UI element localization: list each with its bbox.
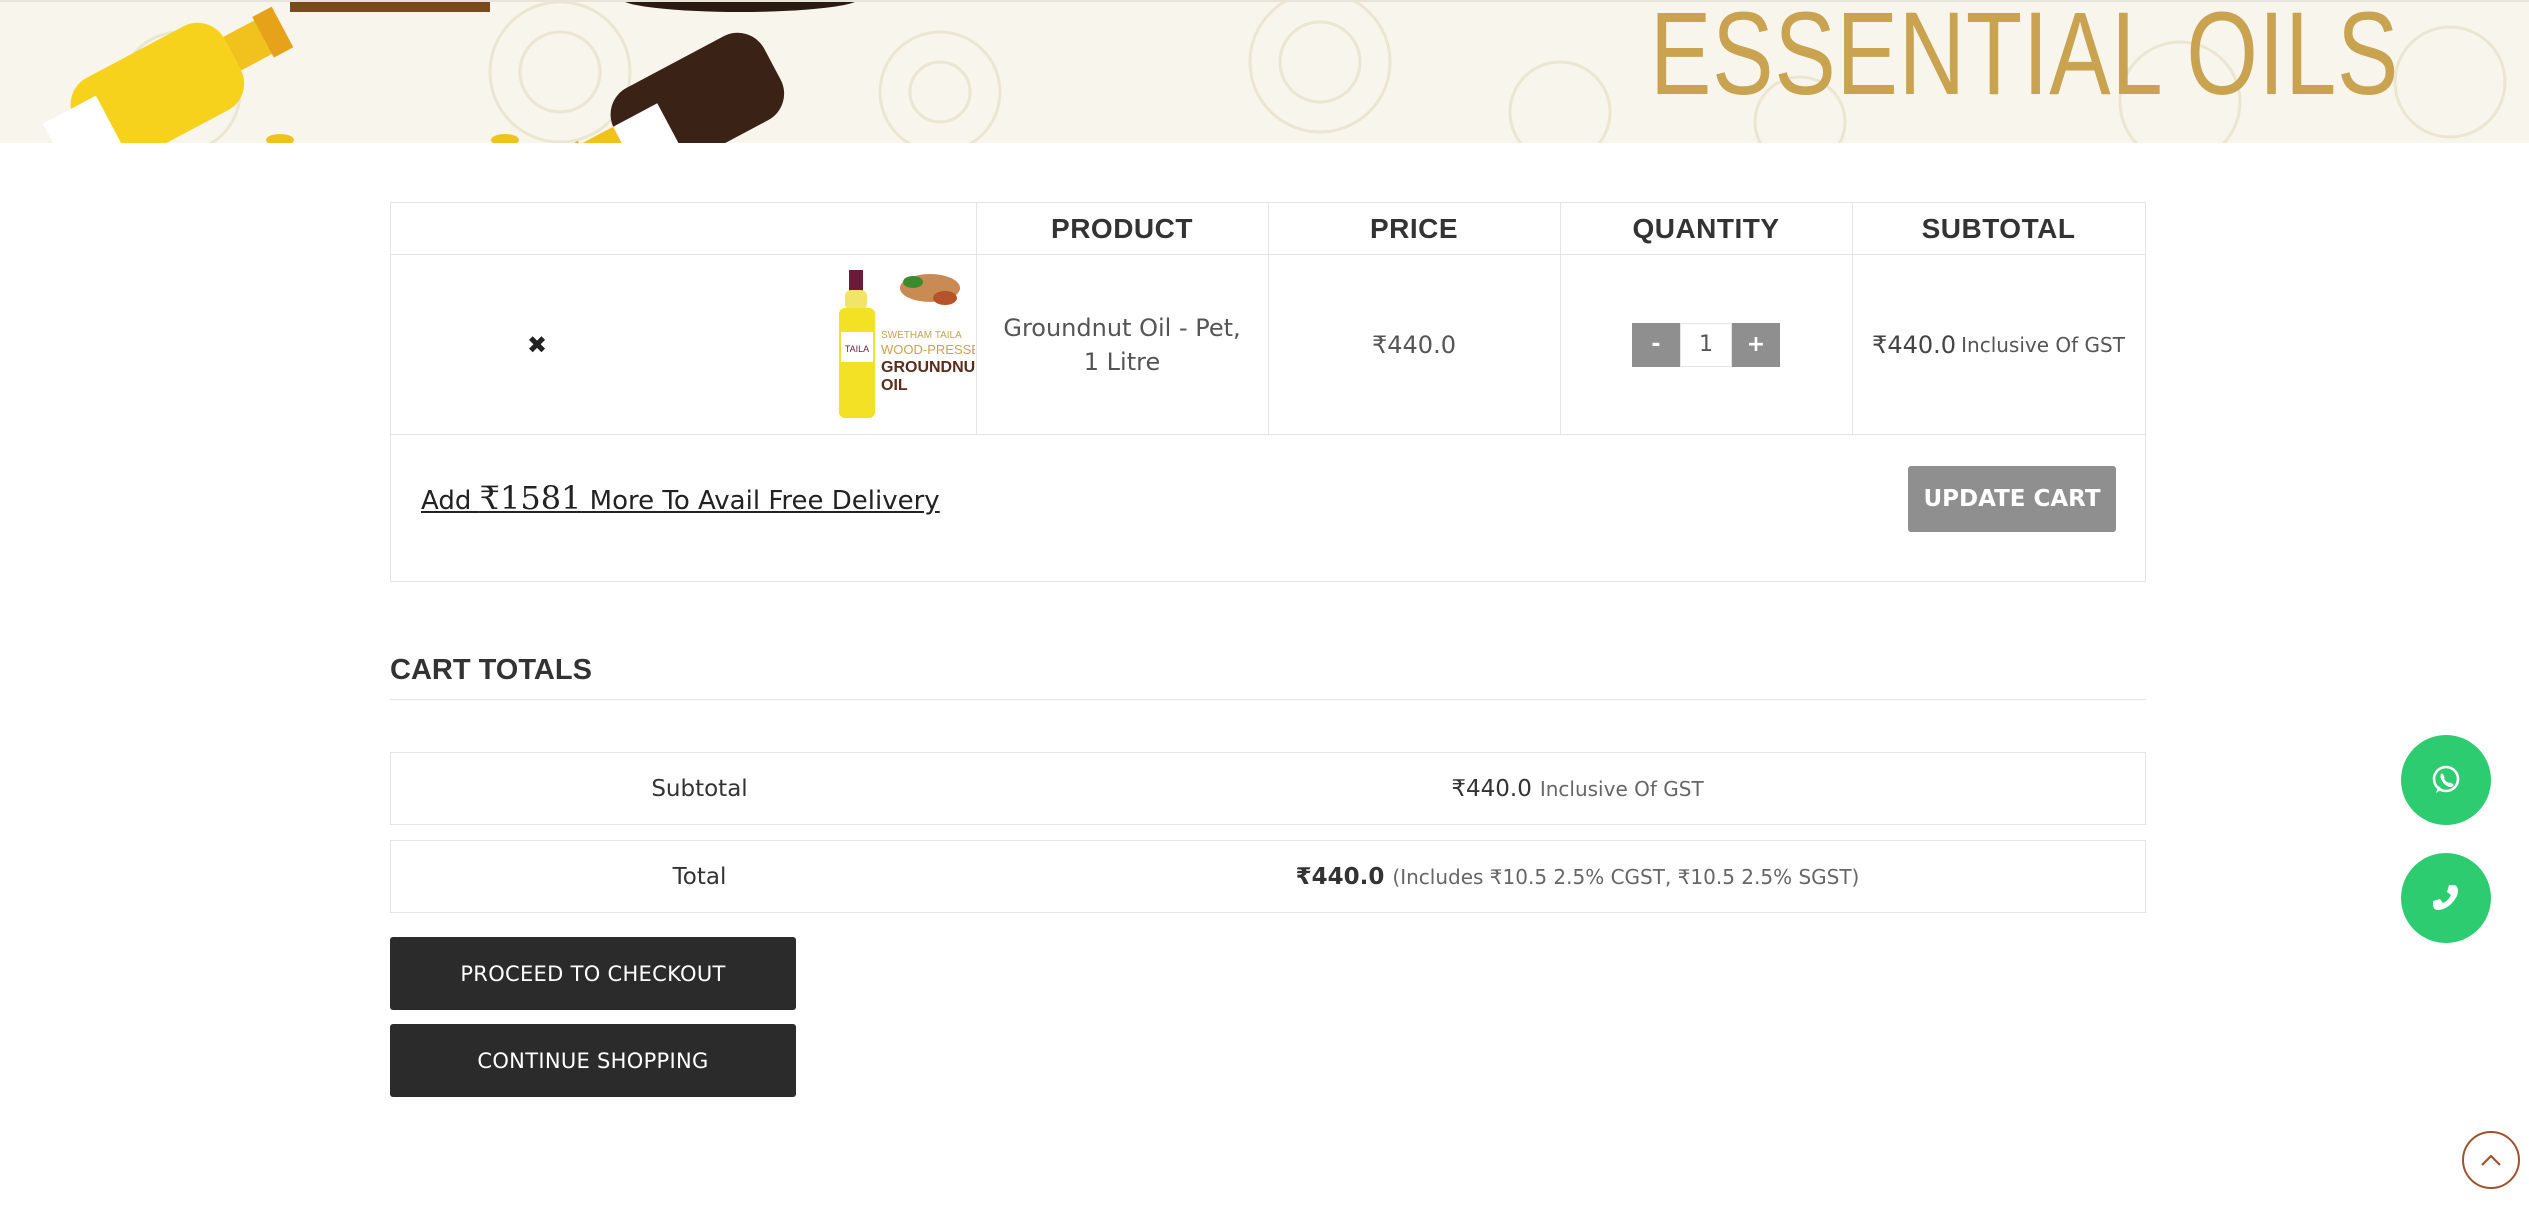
quantity-stepper: - 1 +	[1632, 322, 1780, 367]
divider	[390, 699, 2146, 700]
product-price: ₹440.0	[1372, 330, 1456, 359]
total-value: ₹440.0	[1295, 863, 1385, 890]
proceed-to-checkout-button[interactable]: PROCEED TO CHECKOUT	[390, 937, 796, 1010]
svg-text:WOOD-PRESSED: WOOD-PRESSED	[881, 342, 975, 357]
free-delivery-link[interactable]: Add ₹1581 More To Avail Free Delivery	[421, 479, 940, 517]
item-subtotal: ₹440.0	[1872, 330, 1957, 359]
total-row: Total ₹440.0 (Includes ₹10.5 2.5% CGST, ₹…	[390, 840, 2146, 913]
update-cart-button[interactable]: UPDATE CART	[1908, 466, 2116, 532]
quantity-increase-button[interactable]: +	[1732, 322, 1780, 367]
subtotal-row: Subtotal ₹440.0 Inclusive Of GST	[390, 752, 2146, 825]
banner-title: ESSENTIAL OILS	[1650, 0, 2400, 120]
subtotal-value: ₹440.0	[1451, 775, 1532, 802]
subtotal-value-cell: ₹440.0 Inclusive Of GST	[1008, 753, 2147, 824]
chevron-up-icon	[2481, 1154, 2501, 1166]
total-tax-note: (Includes ₹10.5 2.5% CGST, ₹10.5 2.5% SG…	[1392, 864, 1860, 889]
svg-text:SWETHAM TAILA: SWETHAM TAILA	[881, 330, 962, 341]
svg-text:OIL: OIL	[881, 377, 908, 394]
cart-actions: Add ₹1581 More To Avail Free Delivery UP…	[391, 435, 2145, 583]
product-name-link[interactable]: Groundnut Oil - Pet, 1 Litre	[1002, 311, 1242, 379]
column-header-price: PRICE	[1369, 212, 1459, 244]
quantity-input[interactable]: 1	[1680, 322, 1732, 367]
total-label: Total	[672, 863, 727, 890]
svg-text:GROUNDNUT: GROUNDNUT	[881, 359, 975, 376]
column-header-quantity: QUANTITY	[1632, 212, 1780, 244]
subtotal-label: Subtotal	[651, 775, 748, 802]
subtotal-gst-note: Inclusive Of GST	[1539, 776, 1704, 801]
category-banner: ESSENTIAL OILS	[0, 0, 2529, 143]
quantity-decrease-button[interactable]: -	[1632, 322, 1680, 367]
remove-item-cell: ✖	[391, 255, 683, 434]
phone-icon	[2433, 885, 2458, 910]
total-value-cell: ₹440.0 (Includes ₹10.5 2.5% CGST, ₹10.5 2…	[1008, 841, 2147, 912]
quantity-cell: - 1 +	[1560, 255, 1852, 434]
scroll-to-top-button[interactable]	[2462, 1131, 2520, 1189]
item-subtotal-cell: ₹440.0 Inclusive Of GST	[1852, 255, 2145, 434]
cart-totals-title: CART TOTALS	[390, 654, 592, 686]
whatsapp-button[interactable]	[2401, 735, 2491, 825]
svg-text:TAILA: TAILA	[844, 344, 868, 354]
product-thumbnail[interactable]: TAILA SWETHAM TAILA WOOD-PRESSED GROUNDN…	[835, 269, 975, 420]
gst-note: Inclusive Of GST	[1961, 332, 2125, 357]
product-name[interactable]: Groundnut Oil - Pet, 1 Litre	[976, 255, 1268, 434]
column-header-product: PRODUCT	[1051, 212, 1193, 244]
whatsapp-icon	[2432, 765, 2460, 793]
cart-row: ✖ TAILA SWETHAM TAILA WOOD-PRESSED GROUN…	[391, 255, 2145, 435]
cart-table: PRODUCT PRICE QUANTITY SUBTOTAL ✖ TAILA …	[390, 202, 2146, 582]
phone-button[interactable]	[2401, 853, 2491, 943]
free-delivery-amount: ₹1581	[479, 479, 582, 517]
column-header-subtotal: SUBTOTAL	[1921, 212, 2076, 244]
continue-shopping-button[interactable]: CONTINUE SHOPPING	[390, 1024, 796, 1097]
cart-table-header: PRODUCT PRICE QUANTITY SUBTOTAL	[391, 203, 2145, 255]
product-thumbnail-cell: TAILA SWETHAM TAILA WOOD-PRESSED GROUNDN…	[683, 255, 976, 434]
close-icon[interactable]: ✖	[527, 331, 547, 359]
